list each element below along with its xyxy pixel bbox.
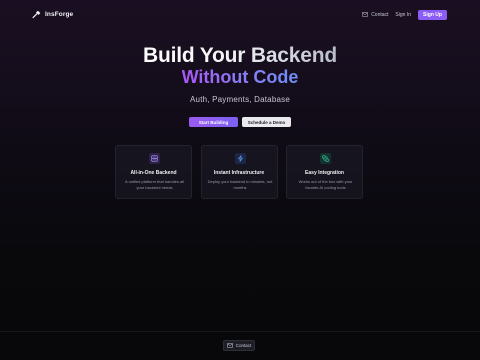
feature-icon-container	[320, 153, 331, 164]
nav-signin-link[interactable]: Sign In	[395, 12, 411, 18]
nav-signin-label: Sign In	[395, 11, 411, 18]
feature-icon-container	[234, 153, 246, 164]
feature-card-backend: All-in-One Backend A unified platform th…	[115, 145, 192, 199]
footer-contact-button[interactable]: Contact	[223, 340, 255, 351]
top-navbar: InsForge Contact Sign In Sign Up	[0, 0, 480, 28]
hero-title-line1: Build Your Backend	[0, 44, 480, 68]
feature-title: All-in-One Backend	[130, 170, 177, 176]
database-icon	[151, 155, 158, 162]
hammer-logo-icon	[32, 10, 41, 18]
lightning-icon	[237, 155, 243, 162]
feature-description: Works out of the box with your favorite …	[298, 179, 353, 190]
footer-contact-label: Contact	[235, 343, 252, 348]
start-building-button[interactable]: Start Building	[189, 117, 238, 127]
feature-cards: All-in-One Backend A unified platform th…	[115, 145, 363, 199]
nav-actions: Contact Sign In Sign Up	[362, 9, 447, 20]
nav-contact-link[interactable]: Contact	[362, 12, 388, 18]
hero-title-line1-text: Build Your Backend	[143, 44, 337, 67]
brand-name: InsForge	[45, 10, 74, 18]
feature-icon-container	[149, 153, 160, 164]
feature-title: Easy Integration	[305, 170, 344, 176]
feature-card-integration: Easy Integration Works out of the box wi…	[286, 145, 363, 199]
feature-description: A unified platform that handles all your…	[125, 179, 184, 190]
mail-icon	[362, 12, 369, 17]
feature-title: Instant Infrastructure	[213, 170, 265, 176]
feature-description: Deploy your backend in minutes, not mont…	[207, 179, 273, 190]
mail-icon	[226, 343, 233, 348]
schedule-demo-button[interactable]: Schedule a Demo	[242, 117, 291, 127]
footer-divider	[0, 331, 480, 332]
hero-title-line2-text: Without Code	[181, 67, 299, 87]
signup-button[interactable]: Sign Up	[418, 9, 447, 20]
feature-card-infrastructure: Instant Infrastructure Deploy your backe…	[200, 145, 278, 199]
integration-icon	[322, 155, 329, 162]
hero-cta-row: Start Building Schedule a Demo	[0, 117, 480, 127]
hero-subtitle: Auth, Payments, Database	[190, 95, 290, 104]
brand[interactable]: InsForge	[32, 9, 73, 19]
hero-title-line2: Without Code	[0, 66, 480, 88]
nav-contact-label: Contact	[371, 11, 389, 18]
